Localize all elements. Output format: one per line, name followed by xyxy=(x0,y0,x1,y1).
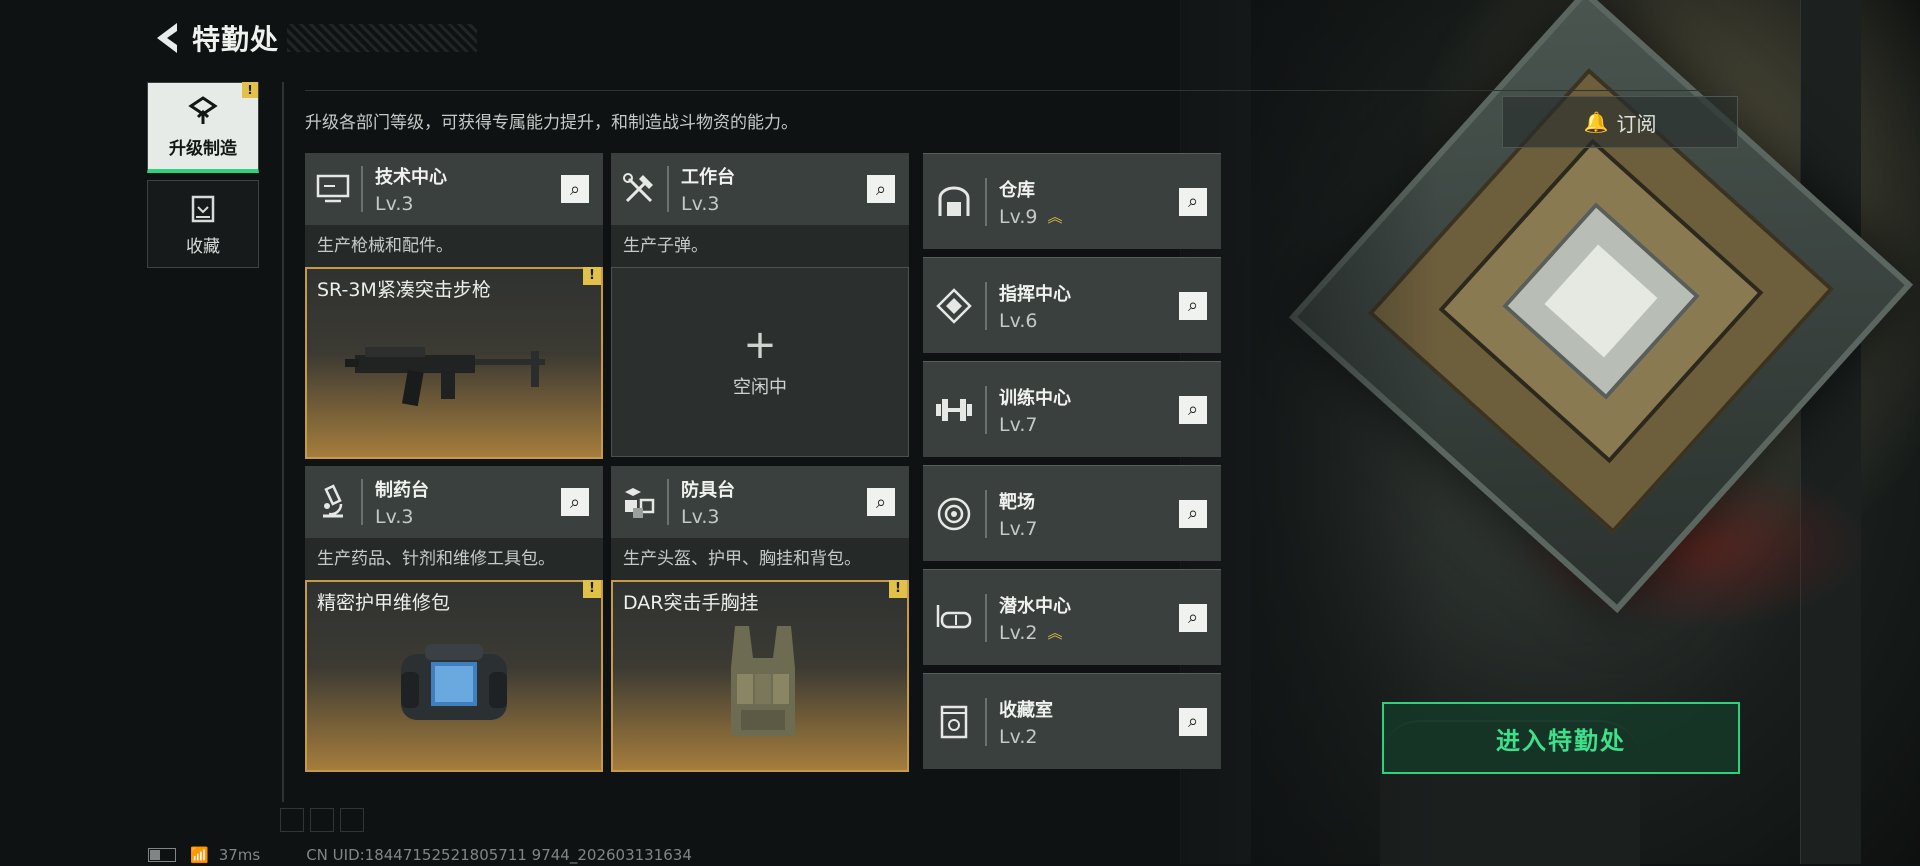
upgrade-available-icon: ︽ xyxy=(1047,623,1063,642)
boxes-icon xyxy=(611,466,667,538)
bell-icon: 🔔 xyxy=(1583,110,1609,134)
search-icon[interactable]: ⌕ xyxy=(867,175,895,203)
target-icon xyxy=(923,466,985,561)
dept-level: Lv.7 xyxy=(999,413,1038,436)
station-name: 制药台 xyxy=(375,480,429,501)
subscribe-label: 订阅 xyxy=(1616,111,1657,136)
collection-icon xyxy=(923,674,985,769)
dept-name: 收藏室 xyxy=(999,699,1053,721)
dept-level: Lv.2 xyxy=(999,725,1038,748)
dept-diving-center[interactable]: 潜水中心 Lv.2 ︽ ⌕ xyxy=(923,569,1221,665)
station-description: 生产枪械和配件。 xyxy=(305,225,603,267)
monitor-icon xyxy=(305,153,361,225)
upgrade-available-icon: ︽ xyxy=(1047,207,1063,226)
intro-text: 升级各部门等级，可获得专属能力提升，和制造战斗物资的能力。 xyxy=(305,113,798,133)
plus-icon: + xyxy=(743,322,777,368)
wifi-icon: 📶 xyxy=(190,846,209,864)
idle-label: 空闲中 xyxy=(733,377,787,398)
dept-name: 仓库 xyxy=(999,179,1035,201)
page-title: 特勤处 xyxy=(192,23,280,56)
station-tech-center[interactable]: 技术中心 Lv.3 ⌕ 生产枪械和配件。 SR-3M紧凑突击步枪 ! xyxy=(305,153,603,459)
search-icon[interactable]: ⌕ xyxy=(1179,707,1207,736)
decorative-squares xyxy=(280,808,370,832)
enter-special-ops-button[interactable]: 进入特勤处 xyxy=(1382,702,1740,774)
search-icon[interactable]: ⌕ xyxy=(1179,603,1207,632)
station-name: 工作台 xyxy=(681,167,735,188)
station-pharmacy[interactable]: 制药台 Lv.3 ⌕ 生产药品、针剂和维修工具包。 精密护甲维修包 ! xyxy=(305,466,603,772)
chest-rig-image xyxy=(731,626,795,736)
station-description: 生产药品、针剂和维修工具包。 xyxy=(305,538,603,580)
station-level: Lv.3 xyxy=(681,193,720,215)
station-level: Lv.3 xyxy=(681,506,720,528)
station-name: 防具台 xyxy=(681,480,735,501)
uid-text: CN UID:18447152521805711 9744_2026031316… xyxy=(306,846,692,864)
rifle-image xyxy=(345,347,545,407)
alert-badge: ! xyxy=(583,580,601,598)
warehouse-icon xyxy=(923,154,985,249)
guide-line xyxy=(305,90,1735,91)
dept-shooting-range[interactable]: 靶场 Lv.7 ⌕ xyxy=(923,465,1221,561)
tab-label: 收藏 xyxy=(186,236,220,257)
search-icon[interactable]: ⌕ xyxy=(1179,395,1207,424)
dept-command-center[interactable]: 指挥中心 Lv.6 ⌕ xyxy=(923,257,1221,353)
station-level: Lv.3 xyxy=(375,193,414,215)
upgrade-icon xyxy=(186,94,220,128)
dept-name: 潜水中心 xyxy=(999,595,1071,617)
production-slot[interactable]: 精密护甲维修包 ! xyxy=(305,580,603,772)
dept-training-center[interactable]: 训练中心 Lv.7 ⌕ xyxy=(923,361,1221,457)
ping-value: 37ms xyxy=(218,846,261,864)
product-name: 精密护甲维修包 xyxy=(317,592,451,614)
microscope-icon xyxy=(305,466,361,538)
collection-icon xyxy=(186,192,220,226)
production-slot[interactable]: SR-3M紧凑突击步枪 ! xyxy=(305,267,603,459)
station-description: 生产头盔、护甲、胸挂和背包。 xyxy=(611,538,909,580)
tools-icon xyxy=(611,153,667,225)
search-icon[interactable]: ⌕ xyxy=(1179,499,1207,528)
dept-collection-room[interactable]: 收藏室 Lv.2 ⌕ xyxy=(923,673,1221,769)
station-description: 生产子弹。 xyxy=(611,225,909,267)
search-icon[interactable]: ⌕ xyxy=(561,488,589,516)
dept-level: Lv.7 xyxy=(999,517,1038,540)
tab-collection[interactable]: 收藏 xyxy=(147,180,259,268)
dept-name: 指挥中心 xyxy=(999,283,1071,305)
dept-level: Lv.2 xyxy=(999,621,1038,644)
search-icon[interactable]: ⌕ xyxy=(1179,187,1207,216)
dept-warehouse[interactable]: 仓库 Lv.9 ︽ ⌕ xyxy=(923,153,1221,249)
product-name: DAR突击手胸挂 xyxy=(623,592,759,614)
product-name: SR-3M紧凑突击步枪 xyxy=(317,279,491,301)
dumbbell-icon xyxy=(923,362,985,457)
dept-name: 靶场 xyxy=(999,491,1035,513)
back-button[interactable] xyxy=(150,20,182,56)
battery-icon xyxy=(148,848,176,862)
search-icon[interactable]: ⌕ xyxy=(561,175,589,203)
tab-label: 升级制造 xyxy=(169,138,237,159)
station-name: 技术中心 xyxy=(375,167,447,188)
diving-mask-icon xyxy=(923,570,985,665)
alert-badge: ! xyxy=(889,580,907,598)
dept-level: Lv.9 xyxy=(999,205,1038,228)
dept-level: Lv.6 xyxy=(999,309,1038,332)
station-armor-bench[interactable]: 防具台 Lv.3 ⌕ 生产头盔、护甲、胸挂和背包。 DAR突击手胸挂 ! xyxy=(611,466,909,772)
back-arrow-icon xyxy=(157,23,177,53)
production-slot-idle[interactable]: + 空闲中 xyxy=(611,267,909,457)
title-decoration xyxy=(287,24,478,52)
page-header: 特勤处 xyxy=(150,18,478,58)
status-footer: 📶 37ms CN UID:18447152521805711 9744_202… xyxy=(148,846,692,864)
alert-badge: ! xyxy=(242,82,258,98)
dept-name: 训练中心 xyxy=(999,387,1071,409)
subscribe-button[interactable]: 🔔 订阅 xyxy=(1502,96,1738,148)
station-level: Lv.3 xyxy=(375,506,414,528)
search-icon[interactable]: ⌕ xyxy=(1179,291,1207,320)
tab-upgrade-craft[interactable]: 升级制造 ! xyxy=(147,82,259,173)
command-icon xyxy=(923,258,985,353)
search-icon[interactable]: ⌕ xyxy=(867,488,895,516)
station-workbench[interactable]: 工作台 Lv.3 ⌕ 生产子弹。 + 空闲中 xyxy=(611,153,909,457)
production-slot[interactable]: DAR突击手胸挂 ! xyxy=(611,580,909,772)
guide-line xyxy=(282,82,284,802)
repair-kit-image xyxy=(401,644,507,720)
alert-badge: ! xyxy=(583,267,601,285)
